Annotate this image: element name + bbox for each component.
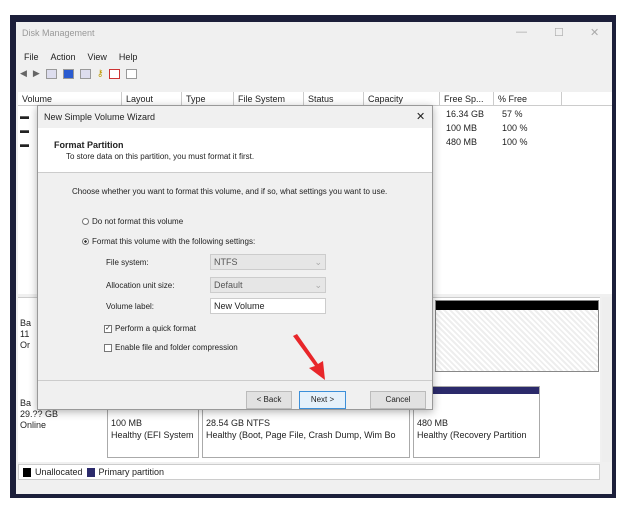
col-capacity[interactable]: Capacity [364, 92, 440, 105]
help-icon[interactable] [62, 68, 74, 79]
col-status[interactable]: Status [304, 92, 364, 105]
next-button[interactable]: Next > [299, 391, 346, 409]
primary-swatch [86, 467, 95, 477]
col-layout[interactable]: Layout [122, 92, 182, 105]
wizard-prompt: Choose whether you want to format this v… [72, 187, 388, 196]
legend-primary: Primary partition [98, 467, 165, 477]
percent-free: 100 % [502, 123, 528, 133]
radio-format[interactable]: Format this volume with the following se… [82, 237, 255, 246]
volume-label-label: Volume label: [106, 302, 155, 311]
menu-bar: File Action View Help [24, 52, 137, 62]
maximize-button[interactable]: ☐ [554, 26, 564, 39]
unallocated-partition[interactable] [435, 300, 599, 372]
free-space: 16.34 GB [446, 109, 485, 119]
window-title: Disk Management [22, 28, 95, 38]
forward-arrow-icon[interactable]: ▶ [33, 68, 40, 79]
col-free-space[interactable]: Free Sp... [440, 92, 494, 105]
console-icon[interactable] [79, 68, 91, 79]
file-system-select[interactable]: NTFS ⌄ [210, 254, 326, 270]
radio-do-not-format[interactable]: Do not format this volume [82, 217, 183, 226]
menu-view[interactable]: View [88, 52, 107, 62]
col-percent-free[interactable]: % Free [494, 92, 562, 105]
free-space: 100 MB [446, 123, 478, 133]
percent-free: 57 % [502, 109, 523, 119]
scrollbar[interactable] [602, 297, 612, 462]
key-icon[interactable]: ⚷ [97, 68, 104, 79]
properties-icon[interactable] [45, 68, 57, 79]
percent-free: 100 % [502, 137, 528, 147]
col-file-system[interactable]: File System [234, 92, 304, 105]
wizard-heading: Format Partition [54, 140, 124, 150]
cancel-button[interactable]: Cancel [370, 391, 426, 409]
window-icon[interactable] [126, 68, 138, 79]
legend-unallocated: Unallocated [35, 467, 83, 477]
new-simple-volume-wizard: New Simple Volume Wizard ✕ Format Partit… [37, 105, 433, 410]
check-icon[interactable] [109, 68, 121, 79]
menu-help[interactable]: Help [119, 52, 138, 62]
volume-list-header: Volume Layout Type File System Status Ca… [18, 92, 612, 106]
volume-label-input[interactable]: New Volume [210, 298, 326, 314]
legend: Unallocated Primary partition [18, 464, 600, 480]
wizard-subheading: To store data on this partition, you mus… [66, 152, 255, 161]
col-type[interactable]: Type [182, 92, 234, 105]
menu-action[interactable]: Action [51, 52, 76, 62]
table-row[interactable]: 16.34 GB 57 % [446, 109, 523, 119]
compression-checkbox[interactable]: Enable file and folder compression [104, 343, 238, 352]
wizard-title: New Simple Volume Wizard [44, 112, 156, 122]
minimize-button[interactable]: — [516, 26, 527, 38]
red-arrow-annotation [293, 334, 325, 380]
menu-file[interactable]: File [24, 52, 39, 62]
col-volume[interactable]: Volume [18, 92, 122, 105]
wizard-header: Format Partition To store data on this p… [38, 128, 432, 173]
disk-1-label[interactable]: Ba 11 Or [20, 318, 31, 351]
table-row[interactable]: 100 MB 100 % [446, 123, 528, 133]
unallocated-swatch [23, 467, 31, 477]
divider [38, 380, 432, 381]
back-button[interactable]: < Back [246, 391, 292, 409]
quick-format-checkbox[interactable]: ✓ Perform a quick format [104, 324, 196, 333]
free-space: 480 MB [446, 137, 478, 147]
volume-icons: ▬ ▬ ▬ [20, 111, 29, 149]
allocation-unit-label: Allocation unit size: [106, 281, 175, 290]
back-arrow-icon[interactable]: ◀ [20, 68, 27, 79]
toolbar: ◀ ▶ ⚷ [20, 68, 138, 79]
close-button[interactable]: ✕ [590, 26, 599, 39]
wizard-close-button[interactable]: ✕ [416, 110, 425, 123]
allocation-unit-select[interactable]: Default ⌄ [210, 277, 326, 293]
table-row[interactable]: 480 MB 100 % [446, 137, 528, 147]
file-system-label: File system: [106, 258, 149, 267]
